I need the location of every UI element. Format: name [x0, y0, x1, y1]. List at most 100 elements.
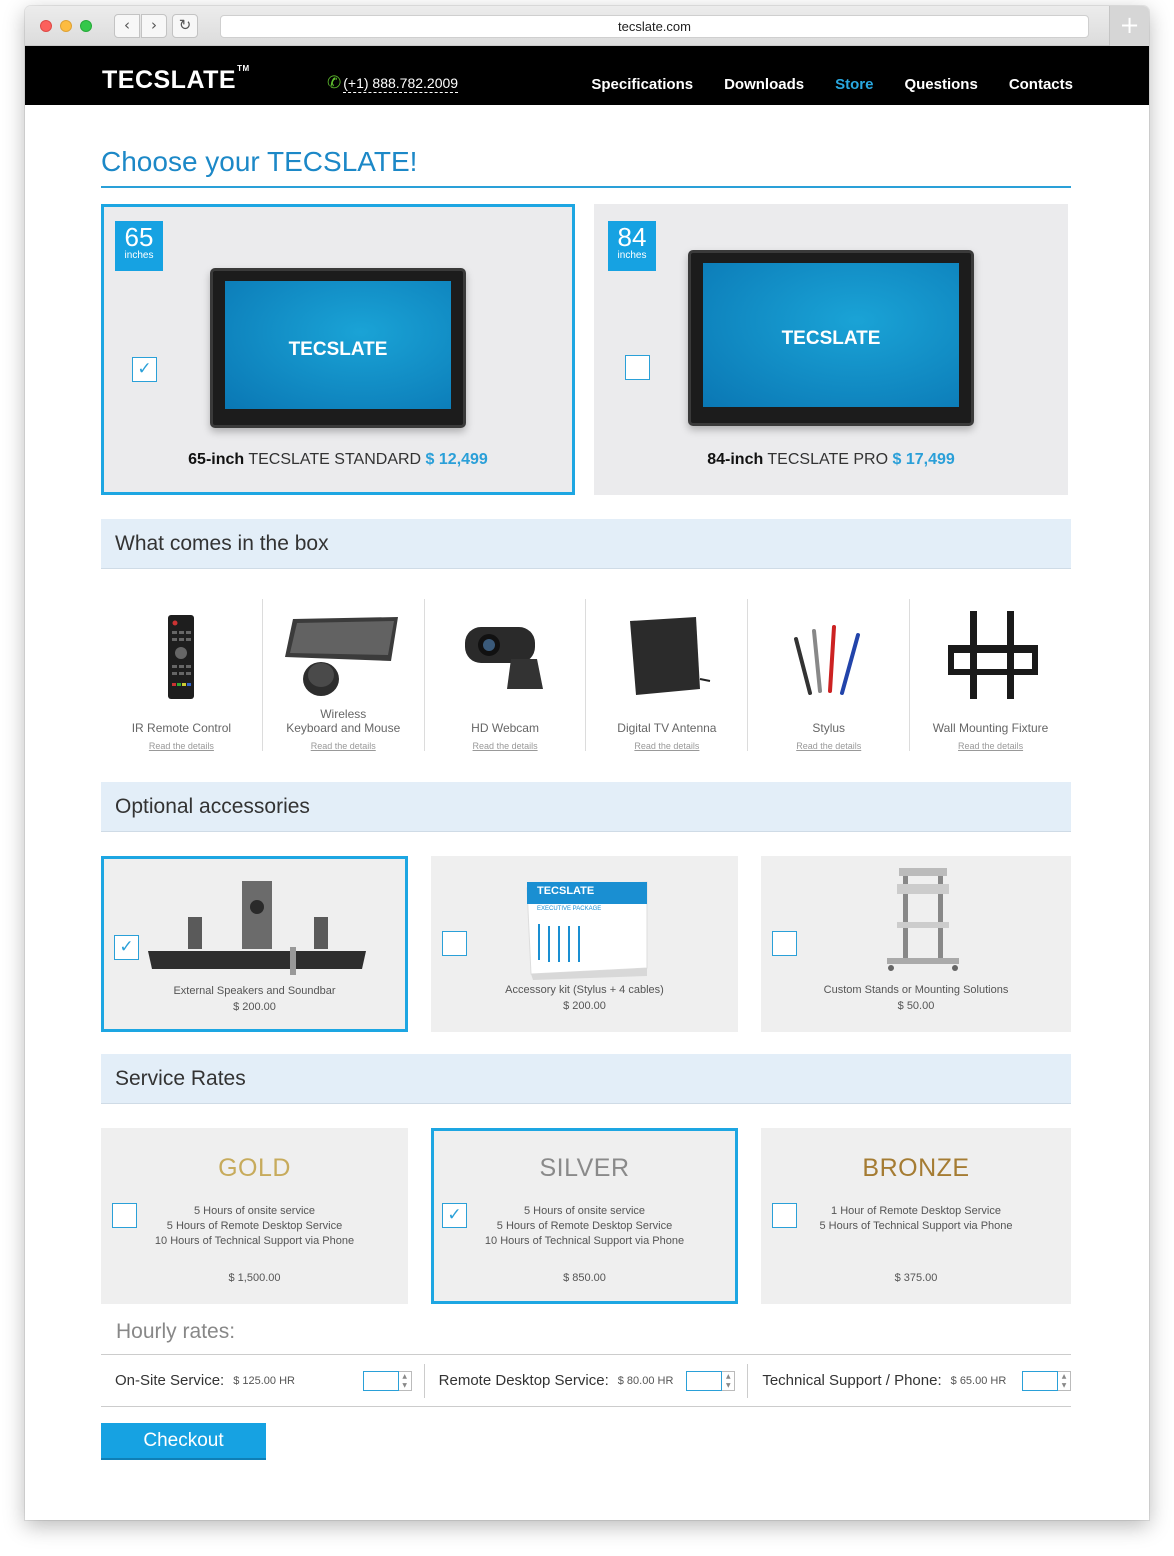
close-window-button[interactable] — [40, 20, 52, 32]
plan-feature: 5 Hours of onsite service — [523, 1205, 646, 1217]
accessories-section-header: Optional accessories — [101, 782, 1071, 832]
site-header: TECSLATETM ✆ (+1) 888.782.2009 Specificat… — [25, 46, 1149, 105]
plan-card-silver[interactable]: SILVER ✓ 5 Hours of onsite service 5 Hou… — [431, 1128, 738, 1304]
box-item-name: Stylus — [812, 721, 846, 735]
product-label: 84-inch TECSLATE PRO $ 17,499 — [594, 451, 1068, 469]
plan-card-gold[interactable]: GOLD 5 Hours of onsite service 5 Hours o… — [101, 1128, 408, 1304]
hours-input[interactable] — [686, 1370, 723, 1391]
box-item-name: IR Remote Control — [131, 721, 232, 735]
box-item-keyboard: Wireless Keyboard and Mouse Read the det… — [263, 599, 425, 751]
size-badge: 84 inches — [608, 221, 656, 271]
plan-price: $ 850.00 — [563, 1272, 606, 1284]
kit-box-brand: TECSLATE — [537, 885, 594, 897]
size-unit: inches — [124, 250, 154, 261]
nav-downloads[interactable]: Downloads — [724, 76, 804, 93]
plan-name: BRONZE — [862, 1154, 970, 1182]
read-details-link[interactable]: Read the details — [263, 741, 424, 751]
box-item-name: Wall Mounting Fixture — [932, 721, 1049, 735]
store-content: Choose your TECSLATE! 65 inches ✓ TECSLA… — [101, 105, 1072, 1460]
read-details-link[interactable]: Read the details — [425, 741, 586, 751]
phone-link[interactable]: ✆ (+1) 888.782.2009 — [327, 73, 459, 93]
read-details-link[interactable]: Read the details — [101, 741, 262, 751]
hours-stepper[interactable]: ▲ ▼ — [1022, 1370, 1072, 1391]
new-tab-plus-icon[interactable]: + — [1109, 6, 1149, 46]
back-arrow-icon[interactable]: ‹ — [114, 14, 140, 38]
rate-value: $ 80.00 HR — [617, 1374, 674, 1387]
accessory-card-kit[interactable]: TECSLATE EXECUTIVE PACKAGE Accessory kit… — [431, 856, 738, 1032]
plan-checkbox-checked[interactable]: ✓ — [442, 1203, 467, 1228]
plan-features: 1 Hour of Remote Desktop Service 5 Hours… — [801, 1204, 1031, 1234]
product-checkbox[interactable] — [625, 355, 650, 380]
accessory-checkbox-checked[interactable]: ✓ — [114, 935, 139, 960]
box-item-name: HD Webcam — [471, 721, 539, 735]
accessory-checkbox[interactable] — [442, 931, 467, 956]
product-price: $ 12,499 — [425, 451, 488, 468]
box-item-remote: IR Remote Control Read the details — [101, 599, 263, 751]
plan-checkbox[interactable] — [772, 1203, 797, 1228]
accessory-price: $ 50.00 — [897, 1000, 935, 1012]
phone-icon: ✆ — [327, 73, 342, 93]
accessory-card-stand[interactable]: Custom Stands or Mounting Solutions $ 50… — [761, 856, 1071, 1032]
plan-feature: 1 Hour of Remote Desktop Service — [831, 1205, 1001, 1217]
stepper-arrows-icon[interactable]: ▲ ▼ — [1058, 1370, 1072, 1391]
rate-onsite: On-Site Service: $ 125.00 HR ▲ ▼ — [101, 1363, 425, 1398]
tv-84-image: TECSLATE — [688, 250, 974, 426]
page-title: Choose your TECSLATE! — [101, 146, 1071, 188]
address-bar[interactable]: tecslate.com — [220, 15, 1089, 38]
plan-features: 5 Hours of onsite service 5 Hours of Rem… — [141, 1204, 368, 1249]
size-badge: 65 inches — [115, 221, 163, 271]
accessory-kit-box-image: TECSLATE EXECUTIVE PACKAGE — [526, 881, 648, 980]
box-item-stylus: Stylus Read the details — [748, 599, 911, 751]
hours-input[interactable] — [362, 1370, 399, 1391]
rate-label: Technical Support / Phone: — [762, 1372, 942, 1389]
read-details-link[interactable]: Read the details — [748, 741, 909, 751]
stepper-arrows-icon[interactable]: ▲ ▼ — [398, 1370, 412, 1391]
checkout-button[interactable]: Checkout — [101, 1423, 266, 1460]
product-name: TECSLATE STANDARD — [248, 451, 422, 468]
plan-feature: 5 Hours of onsite service — [193, 1205, 316, 1217]
minimize-window-button[interactable] — [60, 20, 72, 32]
box-item-name-line1: Wireless — [320, 707, 367, 721]
hours-input[interactable] — [1022, 1370, 1059, 1391]
maximize-window-button[interactable] — [80, 20, 92, 32]
nav-questions[interactable]: Questions — [904, 76, 977, 93]
product-card-84[interactable]: 84 inches TECSLATE 84-inch TECSLATE PRO … — [594, 204, 1068, 495]
nav-contacts[interactable]: Contacts — [1009, 76, 1073, 93]
trademark-mark: TM — [237, 64, 250, 73]
webcam-icon — [464, 627, 543, 689]
plan-card-bronze[interactable]: BRONZE 1 Hour of Remote Desktop Service … — [761, 1128, 1071, 1304]
reload-icon[interactable]: ↻ — [172, 14, 198, 38]
speakers-soundbar-image — [148, 881, 366, 975]
accessory-options: ✓ External Speakers and Soundbar $ 200.0… — [101, 856, 1071, 1032]
nav-store[interactable]: Store — [835, 76, 873, 93]
stepper-arrows-icon[interactable]: ▲ ▼ — [722, 1370, 736, 1391]
accessory-checkbox[interactable] — [772, 931, 797, 956]
keyboard-mouse-icon — [284, 617, 398, 696]
size-unit: inches — [617, 250, 647, 261]
nav-specifications[interactable]: Specifications — [591, 76, 693, 93]
tv-screen-brand: TECSLATE — [781, 327, 881, 349]
product-label: 65-inch TECSLATE STANDARD $ 12,499 — [104, 451, 572, 469]
product-size-text: 65-inch — [188, 451, 245, 468]
plan-checkbox[interactable] — [112, 1203, 137, 1228]
site-logo[interactable]: TECSLATETM — [102, 64, 250, 95]
hours-stepper[interactable]: ▲ ▼ — [362, 1370, 412, 1391]
size-number: 84 — [617, 222, 647, 252]
forward-arrow-icon[interactable]: › — [141, 14, 167, 38]
box-items: IR Remote Control Read the details Wirel… — [101, 599, 1071, 751]
service-section-header: Service Rates — [101, 1054, 1071, 1104]
product-size-text: 84-inch — [707, 451, 764, 468]
accessory-name: Custom Stands or Mounting Solutions — [823, 984, 1009, 996]
product-card-65[interactable]: 65 inches ✓ TECSLATE 65-inch TECSLATE ST… — [101, 204, 575, 495]
kit-box-package: EXECUTIVE PACKAGE — [537, 906, 601, 912]
accessory-name: Accessory kit (Stylus + 4 cables) — [505, 984, 664, 996]
plan-price: $ 375.00 — [894, 1272, 938, 1284]
read-details-link[interactable]: Read the details — [586, 741, 747, 751]
box-section-header: What comes in the box — [101, 519, 1071, 569]
hours-stepper[interactable]: ▲ ▼ — [686, 1370, 736, 1391]
rate-label: On-Site Service: — [115, 1372, 225, 1389]
read-details-link[interactable]: Read the details — [910, 741, 1071, 751]
rate-label: Remote Desktop Service: — [438, 1372, 609, 1389]
accessory-card-soundbar[interactable]: ✓ External Speakers and Soundbar $ 200.0… — [101, 856, 408, 1032]
product-checkbox-checked[interactable]: ✓ — [132, 357, 157, 382]
